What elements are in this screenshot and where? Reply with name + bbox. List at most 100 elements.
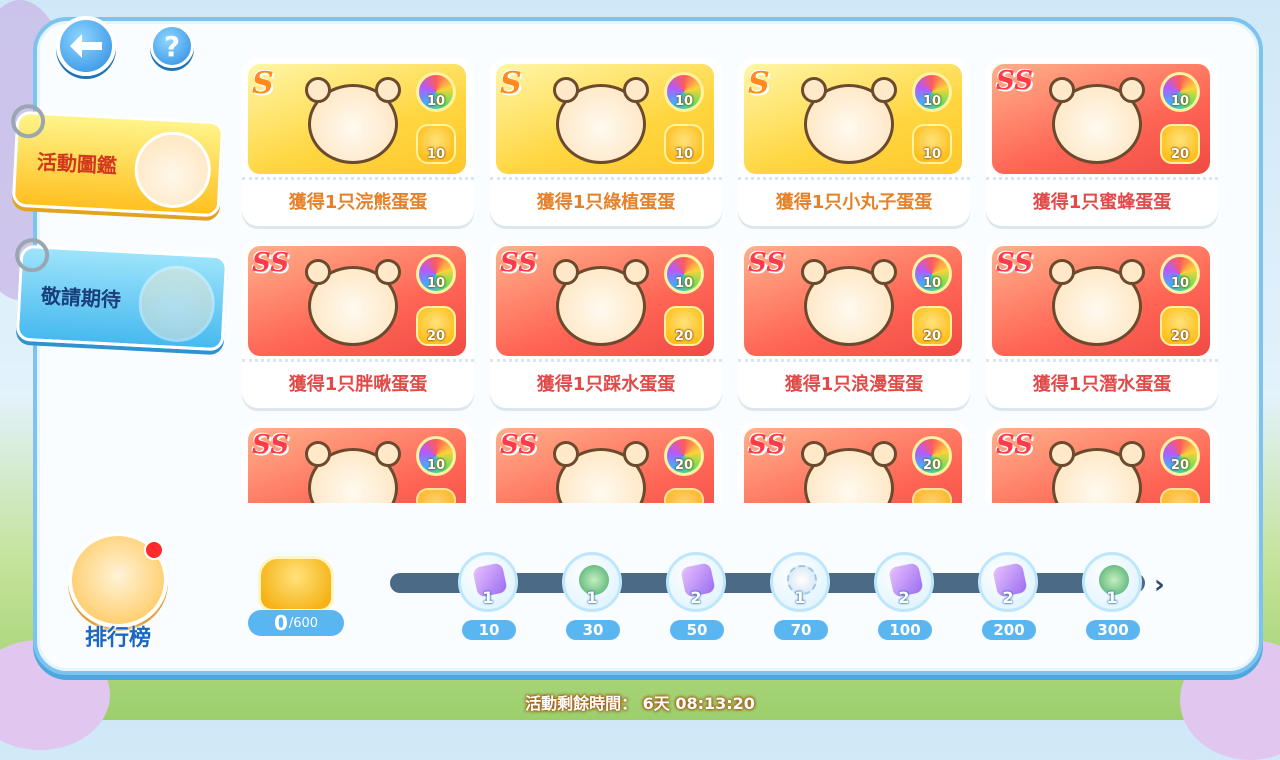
divider — [242, 359, 474, 362]
event-timer: 活動剩餘時間： 6天 08:13:20 — [525, 694, 755, 713]
collection-card[interactable]: SS 20 — [986, 422, 1218, 503]
gem-reward-count: 10 — [426, 458, 446, 473]
egg-creature-image — [553, 441, 649, 503]
rank-badge: SS — [748, 430, 785, 460]
coin-reward-count: 20 — [426, 329, 446, 344]
back-button[interactable] — [56, 16, 116, 76]
card-label: 獲得1只綠植蛋蛋 — [536, 192, 676, 213]
gem-reward-icon: 10 — [912, 254, 952, 294]
coin-reward-count: 20 — [922, 329, 942, 344]
reward-orb: 1 — [458, 552, 518, 612]
gem-reward-icon: 10 — [416, 436, 456, 476]
collection-card[interactable]: SS 20 — [490, 422, 722, 503]
collection-card[interactable]: SS 10 20 獲得1只踩水蛋蛋 — [490, 240, 722, 408]
milestone-reward[interactable]: 2 — [666, 552, 728, 612]
card-artwork: S 10 10 — [744, 64, 962, 174]
next-arrow-icon[interactable]: › — [1154, 570, 1165, 600]
gem-reward-count: 20 — [922, 458, 942, 473]
coin-reward-icon — [1160, 488, 1200, 503]
collection-card[interactable]: S 10 10 獲得1只綠植蛋蛋 — [490, 58, 722, 226]
tab-label: 活動圖鑑 — [36, 149, 118, 178]
milestone-reward[interactable]: 1 — [562, 552, 624, 612]
tab-event-collection[interactable]: 活動圖鑑 — [10, 103, 225, 218]
card-artwork: SS 20 — [744, 428, 962, 503]
tab-label: 敬請期待 — [40, 283, 122, 312]
reward-count: 1 — [794, 588, 806, 607]
rank-badge: SS — [252, 430, 289, 460]
gem-reward-icon: 10 — [416, 72, 456, 112]
card-label: 獲得1只浪漫蛋蛋 — [784, 374, 924, 395]
ring-icon — [10, 103, 46, 140]
collection-card[interactable]: SS 10 20 獲得1只潛水蛋蛋 — [986, 240, 1218, 408]
reward-orb: 1 — [562, 552, 622, 612]
collection-card[interactable]: SS 20 — [738, 422, 970, 503]
ring-icon — [14, 237, 50, 274]
rank-badge: SS — [748, 248, 785, 278]
collection-card[interactable]: SS 10 20 獲得1只浪漫蛋蛋 — [738, 240, 970, 408]
gem-reward-icon: 10 — [1160, 254, 1200, 294]
card-artwork: SS 10 20 — [496, 246, 714, 356]
milestone-threshold: 30 — [566, 620, 620, 640]
coin-reward-count: 10 — [922, 147, 942, 162]
collection-card[interactable]: S 10 10 獲得1只小丸子蛋蛋 — [738, 58, 970, 226]
milestone-threshold: 300 — [1086, 620, 1140, 640]
gem-reward-count: 20 — [1170, 458, 1190, 473]
mascot-icon — [132, 129, 213, 210]
reward-count: 1 — [1106, 588, 1118, 607]
divider — [490, 359, 722, 362]
reward-orb: 1 — [770, 552, 830, 612]
card-artwork: SS 20 — [496, 428, 714, 503]
milestone-threshold: 10 — [462, 620, 516, 640]
card-label: 獲得1只小丸子蛋蛋 — [775, 192, 933, 213]
collection-card[interactable]: SS 10 — [242, 422, 474, 503]
coin-reward-icon: 10 — [664, 124, 704, 164]
card-label: 獲得1只浣熊蛋蛋 — [288, 192, 428, 213]
coin-reward-icon: 20 — [1160, 124, 1200, 164]
collection-card[interactable]: SS 10 20 獲得1只蜜蜂蛋蛋 — [986, 58, 1218, 226]
egg-creature-image — [553, 77, 649, 164]
collection-card[interactable]: SS 10 20 獲得1只胖啾蛋蛋 — [242, 240, 474, 408]
milestone-reward[interactable]: 1 — [770, 552, 832, 612]
egg-creature-image — [305, 77, 401, 164]
divider — [490, 177, 722, 180]
milestone-threshold: 200 — [982, 620, 1036, 640]
gem-reward-count: 10 — [922, 94, 942, 109]
egg-creature-image — [553, 259, 649, 346]
milestone-reward[interactable]: 1 — [1082, 552, 1144, 612]
card-artwork: SS 10 20 — [992, 246, 1210, 356]
collection-grid[interactable]: S 10 10 獲得1只浣熊蛋蛋 S 10 10 獲得1只綠植蛋蛋 S 10 1… — [242, 58, 1222, 503]
reward-orb: 2 — [978, 552, 1038, 612]
rank-badge: SS — [252, 248, 289, 278]
rank-badge: SS — [500, 248, 537, 278]
rank-badge: S — [252, 66, 274, 101]
card-artwork: SS 10 20 — [248, 246, 466, 356]
divider — [738, 359, 970, 362]
coin-reward-count: 20 — [1170, 147, 1190, 162]
gem-reward-icon: 10 — [912, 72, 952, 112]
coin-reward-icon: 20 — [912, 306, 952, 346]
divider — [738, 177, 970, 180]
card-label: 獲得1只蜜蜂蛋蛋 — [1032, 192, 1172, 213]
coin-reward-icon — [912, 488, 952, 503]
milestone-reward[interactable]: 2 — [874, 552, 936, 612]
gem-reward-count: 20 — [674, 458, 694, 473]
gem-reward-icon: 20 — [912, 436, 952, 476]
collection-card[interactable]: S 10 10 獲得1只浣熊蛋蛋 — [242, 58, 474, 226]
reward-count: 1 — [586, 588, 598, 607]
milestone-reward[interactable]: 2 — [978, 552, 1040, 612]
help-button[interactable]: ? — [150, 24, 194, 68]
notification-dot — [144, 540, 164, 560]
divider — [242, 177, 474, 180]
gem-reward-count: 10 — [426, 94, 446, 109]
egg-creature-image — [305, 441, 401, 503]
coin-reward-count: 10 — [674, 147, 694, 162]
coin-reward-icon — [416, 488, 456, 503]
card-artwork: SS 20 — [992, 428, 1210, 503]
milestone-threshold: 50 — [670, 620, 724, 640]
coin-reward-icon — [664, 488, 704, 503]
back-arrow-icon — [70, 34, 102, 58]
milestone-reward[interactable]: 1 — [458, 552, 520, 612]
tab-coming-soon[interactable]: 敬請期待 — [14, 237, 229, 352]
gem-reward-count: 10 — [674, 276, 694, 291]
egg-creature-image — [801, 441, 897, 503]
